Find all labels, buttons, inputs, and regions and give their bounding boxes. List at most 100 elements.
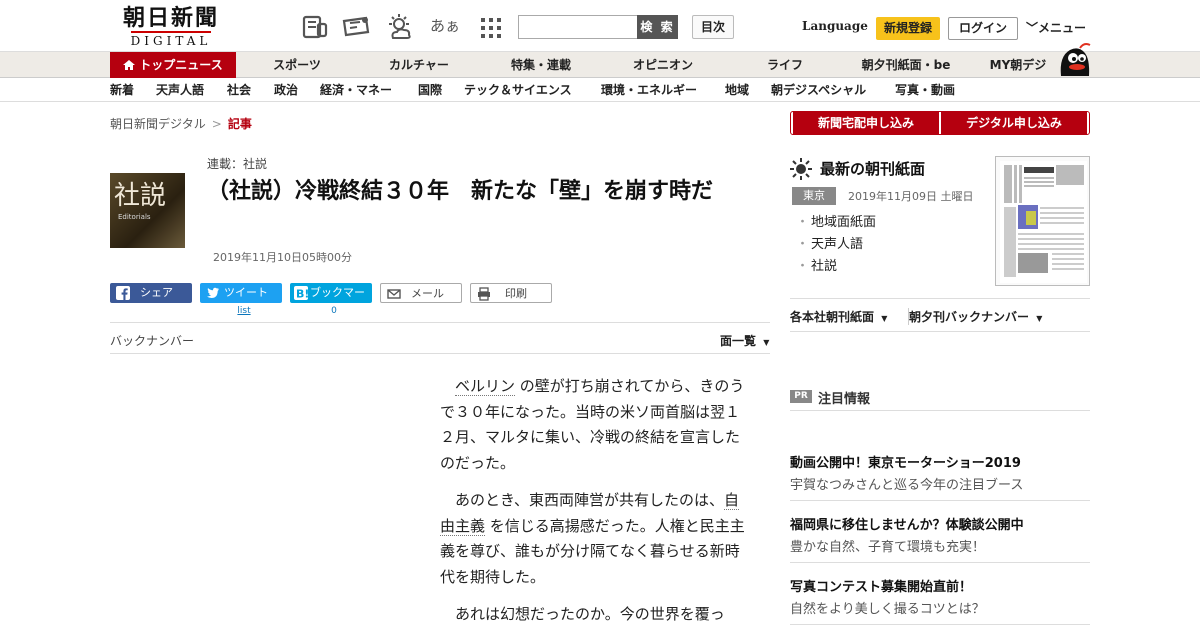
nav-politics[interactable]: 政治 <box>274 79 298 102</box>
logo-latin: DIGITAL <box>130 31 212 48</box>
tweet-count[interactable]: list <box>230 306 258 316</box>
nav-tensei[interactable]: 天声人語 <box>156 79 204 102</box>
paper-link[interactable]: 天声人語 <box>796 234 876 256</box>
pr-item-title[interactable]: 福岡県に移住しませんか？体験談公開中 <box>790 514 1024 533</box>
nav-international[interactable]: 国際 <box>418 79 442 102</box>
series-label[interactable]: 連載：社説 <box>207 155 267 172</box>
backnumber-dropdown[interactable]: 朝夕刊バックナンバー ▼ <box>908 308 1042 325</box>
breadcrumb: 朝日新聞デジタル > 記事 <box>110 115 252 132</box>
caret-down-icon: ▼ <box>881 314 888 323</box>
nav-my-asahi[interactable]: MY朝デジ <box>982 52 1054 78</box>
nav-economy[interactable]: 経済・マネー <box>320 79 392 102</box>
menu-label: メニュー <box>1038 21 1087 35</box>
paper-link[interactable]: 地域面紙面 <box>796 212 876 234</box>
site-logo[interactable]: 朝日新聞 DIGITAL <box>112 5 230 48</box>
weather-icon[interactable] <box>385 12 415 42</box>
hatena-bookmark-button[interactable]: B! ブックマーク <box>290 283 372 319</box>
print-icon <box>477 287 491 301</box>
nav-opinion[interactable]: オピニオン <box>618 52 708 78</box>
caret-down-icon: ▼ <box>1036 314 1043 323</box>
search-button[interactable]: 検 索 <box>637 15 678 39</box>
paragraph: ベルリン の壁が打ち崩されてから、きのうで３０年になった。当時の米ソ両首脳は翌１… <box>440 374 750 476</box>
paper-link-list: 地域面紙面 天声人語 社説 <box>796 212 876 278</box>
caret-down-icon: ▼ <box>763 338 770 347</box>
chevron-down-icon: ﹀ <box>1026 21 1039 35</box>
keyword-link[interactable]: ベルリン <box>455 377 516 396</box>
pr-item-title[interactable]: 写真コンテスト募集開始直前！ <box>790 576 972 595</box>
facebook-label: シェア <box>140 286 173 299</box>
nav-paper[interactable]: 朝夕刊紙面・be <box>850 52 962 78</box>
pr-item-subtitle[interactable]: 自然をより美しく撮るコツとは？ <box>790 598 985 617</box>
pr-item-subtitle[interactable]: 宇賀なつみさんと巡る今年の注目ブース <box>790 474 1023 493</box>
nav-top-news[interactable]: トップニュース <box>110 52 236 78</box>
nav-latest[interactable]: 新着 <box>110 79 134 102</box>
paragraph-text: あれは幻想だったのか。今の世界を覆っ <box>455 605 725 623</box>
tweet-label: ツイート <box>224 286 268 299</box>
nav-environment[interactable]: 環境・エネルギー <box>601 79 697 102</box>
divider <box>790 500 1090 501</box>
grid-icon[interactable] <box>476 12 506 42</box>
latest-paper-title[interactable]: 最新の朝刊紙面 <box>820 158 925 179</box>
font-size-icon[interactable]: あぁ <box>430 12 460 42</box>
paper-link[interactable]: 社説 <box>796 256 876 278</box>
language-link[interactable]: Language <box>802 19 868 33</box>
divider <box>790 624 1090 625</box>
divider <box>790 410 1090 411</box>
pr-badge: PR <box>790 390 812 403</box>
nav-special[interactable]: 朝デジスペシャル <box>771 79 866 102</box>
breadcrumb-current: 記事 <box>227 117 252 131</box>
subscribe-digital-button[interactable]: デジタル申し込み <box>941 112 1087 134</box>
newspaper-icon[interactable] <box>300 12 330 42</box>
paragraph-text: を信じる高揚感だった。人権と民主主義を尊び、誰もが分け隔てなく暮らせる新時代を期… <box>440 516 745 586</box>
svg-text:B!: B! <box>296 288 308 301</box>
menu-button[interactable]: ﹀メニュー <box>1026 19 1086 36</box>
mail-button[interactable]: メール <box>380 283 462 303</box>
search-input[interactable] <box>518 15 638 39</box>
tweet-button[interactable]: ツイート <box>200 283 282 303</box>
logo-kanji: 朝日新聞 <box>122 5 219 31</box>
hatena-count[interactable]: 0 <box>326 306 342 316</box>
page-list-dropdown[interactable]: 面一覧 ▼ <box>720 332 769 349</box>
thumbnail-title: 社説 <box>114 181 167 211</box>
paragraph-text: あのとき、東西両陣営が共有したのは、 <box>455 491 724 509</box>
register-button[interactable]: 新規登録 <box>876 17 940 40</box>
login-button[interactable]: ログイン <box>948 17 1018 40</box>
regional-paper-dropdown[interactable]: 各本社朝刊紙面 ▼ <box>790 308 887 325</box>
print-button[interactable]: 印刷 <box>470 283 552 303</box>
nav-tech-science[interactable]: テック＆サイエンス <box>464 79 572 102</box>
subscribe-paper-button[interactable]: 新聞宅配申し込み <box>793 112 939 134</box>
twitter-icon <box>206 286 220 300</box>
dropdown-label: 各本社朝刊紙面 <box>790 310 875 324</box>
divider <box>790 331 1090 332</box>
notice-title: 注目情報 <box>818 392 871 407</box>
site-header: 朝日新聞 DIGITAL あぁ 検 索 目次 Language 新規登録 ログイ… <box>0 0 1200 52</box>
article-body: ベルリン の壁が打ち崩されてから、きのうで３０年になった。当時の米ソ両首脳は翌１… <box>440 374 750 630</box>
nav-features[interactable]: 特集・連載 <box>496 52 586 78</box>
back-number-link[interactable]: バックナンバー <box>110 332 194 349</box>
toc-button[interactable]: 目次 <box>692 15 734 39</box>
nav-life[interactable]: ライフ <box>740 52 830 78</box>
article-title: （社説）冷戦終結３０年 新たな「壁」を崩す時だ <box>207 179 714 204</box>
dropdown-label: 朝夕刊バックナンバー <box>909 310 1030 324</box>
facebook-icon <box>116 286 130 300</box>
divider <box>110 353 770 354</box>
ticket-icon[interactable] <box>341 12 371 42</box>
nav-region[interactable]: 地域 <box>725 79 749 102</box>
pr-item-title[interactable]: 動画公開中！東京モーターショー2019 <box>790 452 1021 471</box>
nav-society[interactable]: 社会 <box>227 79 251 102</box>
nav-photo-video[interactable]: 写真・動画 <box>895 79 955 102</box>
home-icon <box>123 53 136 70</box>
breadcrumb-separator: > <box>211 117 222 131</box>
print-label: 印刷 <box>505 287 527 300</box>
mail-icon <box>387 287 401 301</box>
nav-sports[interactable]: スポーツ <box>252 52 342 78</box>
pr-item-subtitle[interactable]: 豊かな自然、子育て環境も充実！ <box>790 536 985 555</box>
nav-culture[interactable]: カルチャー <box>374 52 464 78</box>
newspaper-thumbnail[interactable] <box>995 156 1090 286</box>
divider <box>790 298 1090 299</box>
primary-nav: トップニュース スポーツ カルチャー 特集・連載 オピニオン ライフ 朝夕刊紙面… <box>0 52 1200 78</box>
editorial-thumbnail[interactable]: 社説 Editorials <box>110 173 185 248</box>
paragraph: あのとき、東西両陣営が共有したのは、自由主義 を信じる高揚感だった。人権と民主主… <box>440 488 750 590</box>
facebook-share-button[interactable]: シェア <box>110 283 192 303</box>
breadcrumb-home[interactable]: 朝日新聞デジタル <box>110 117 206 131</box>
